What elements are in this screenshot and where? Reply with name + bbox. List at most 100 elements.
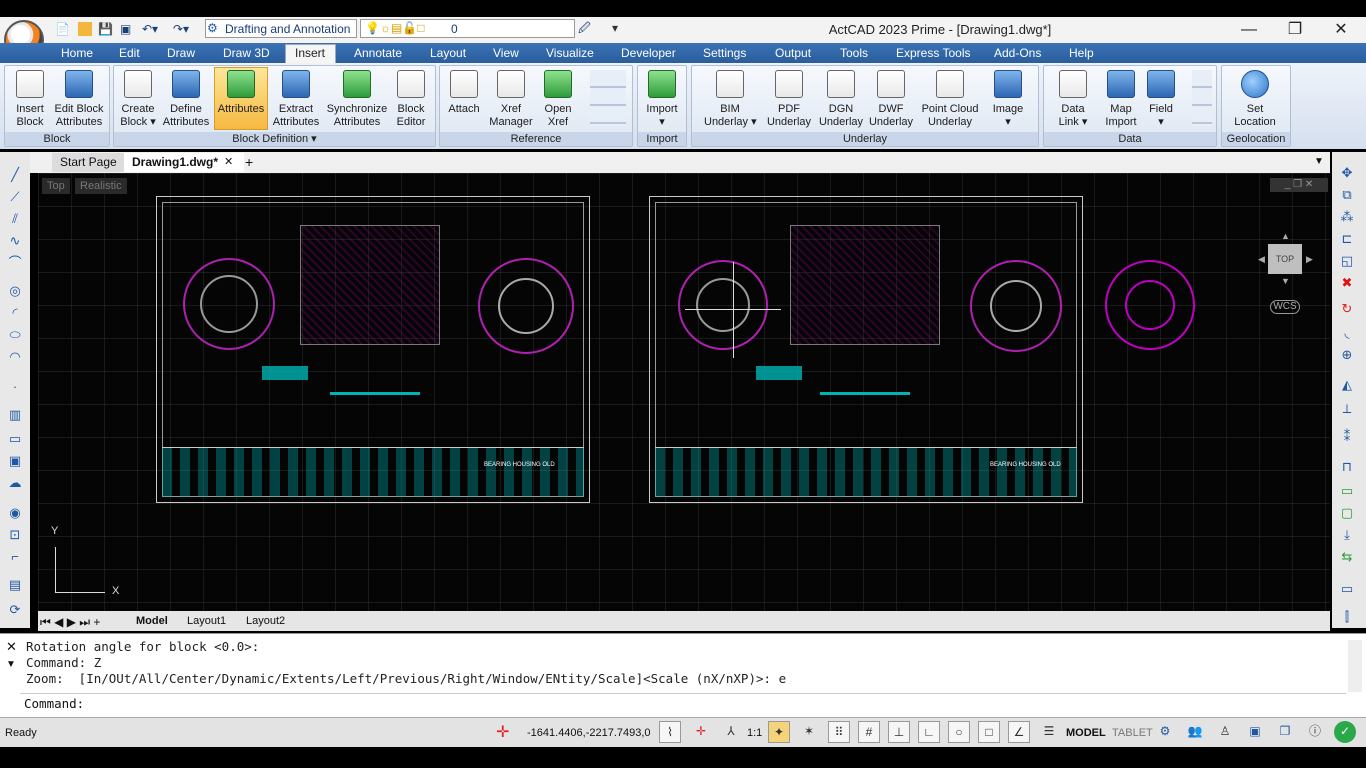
person-icon[interactable]: ♙ — [1214, 721, 1236, 743]
menu-draw[interactable]: Draw — [167, 46, 195, 60]
wipeout-icon[interactable]: ⌐ — [7, 550, 23, 564]
viewcube-left-arrow-icon[interactable]: ◀ — [1258, 254, 1265, 265]
maximize-button[interactable]: ❐ — [1272, 18, 1318, 42]
menu-home[interactable]: Home — [61, 46, 93, 60]
lengthen-icon[interactable]: ⤓ — [1339, 528, 1355, 542]
viewcube-down-arrow-icon[interactable]: ▼ — [1281, 276, 1290, 286]
wcs-menu[interactable]: WCS — [1270, 300, 1300, 314]
settings-gear-icon[interactable]: ⚙ — [1154, 721, 1176, 743]
rotate-icon[interactable]: ↻ — [1339, 302, 1355, 316]
align-icon[interactable]: ⇆ — [1339, 550, 1355, 564]
snap-mode-icon[interactable]: ⌇ — [659, 721, 681, 743]
annotation-scale[interactable]: 1:1 — [747, 724, 762, 742]
undo-icon[interactable]: ↶▾ — [142, 20, 158, 39]
data-link-button[interactable]: Data Link ▾ — [1053, 70, 1093, 129]
ellipse-arc-icon[interactable]: ◠ — [7, 350, 23, 364]
visual-style-label[interactable]: Realistic — [75, 178, 127, 194]
block-editor-button[interactable]: Block Editor — [390, 70, 432, 129]
polar-icon[interactable]: ∟ — [918, 721, 940, 743]
tab-start-page[interactable]: Start Page — [52, 153, 125, 172]
close-command-icon[interactable]: ✕ — [6, 639, 17, 655]
tab-model[interactable]: Model — [136, 615, 168, 627]
viewport-controls[interactable]: _ ❐ ✕ — [1270, 178, 1328, 192]
redo-icon[interactable]: ↷▾ — [173, 20, 189, 39]
menu-edit[interactable]: Edit — [119, 46, 140, 60]
revcloud-icon[interactable]: ☁ — [7, 476, 23, 490]
properties-icon[interactable]: ▭ — [1339, 582, 1355, 596]
open-folder-icon[interactable] — [78, 22, 92, 36]
tabs-dropdown-icon[interactable]: ▼ — [1314, 156, 1324, 167]
point-cloud-underlay-button[interactable]: Point Cloud Underlay — [916, 70, 984, 129]
menu-help[interactable]: Help — [1069, 46, 1094, 60]
menu-express-tools[interactable]: Express Tools — [896, 46, 970, 60]
explode-icon[interactable]: ▭ — [1339, 484, 1355, 498]
command-history-icon[interactable]: ▼ — [6, 659, 16, 670]
line-icon[interactable]: ╱ — [7, 168, 23, 182]
text-icon[interactable]: ⊡ — [7, 528, 23, 542]
rectangle-icon[interactable]: ▭ — [7, 432, 23, 446]
attributes-button[interactable]: Attributes — [214, 70, 268, 116]
panel-block-definition-title[interactable]: Block Definition ▾ — [114, 132, 435, 146]
attach-button[interactable]: Attach — [444, 70, 484, 116]
layout-nav-arrows[interactable]: ⏮ ◀ ▶ ⏭ + — [40, 615, 100, 630]
image-button[interactable]: Image ▾ — [988, 70, 1028, 129]
hatch-icon[interactable]: ▥ — [7, 408, 23, 422]
import-button[interactable]: Import ▾ — [641, 70, 683, 129]
coordinates-readout[interactable]: -1641.4406,-2217.7493,0 — [527, 724, 651, 742]
move-icon[interactable]: ✥ — [1339, 166, 1355, 180]
info-icon[interactable]: ⓘ — [1304, 721, 1326, 743]
scale-icon[interactable]: ◱ — [1339, 254, 1355, 268]
map-import-button[interactable]: Map Import — [1099, 70, 1143, 129]
stretch-icon[interactable]: ⊕ — [1339, 348, 1355, 362]
dwf-underlay-button[interactable]: DWF Underlay — [866, 70, 916, 129]
erase-icon[interactable]: ✖ — [1339, 276, 1355, 290]
viewcube[interactable]: TOP — [1268, 244, 1302, 274]
open-xref-button[interactable]: Open Xref — [538, 70, 578, 129]
close-window-button[interactable]: ✕ — [1318, 18, 1364, 42]
viewcube-up-arrow-icon[interactable]: ▲ — [1281, 231, 1290, 241]
annotation-visibility-icon[interactable]: ⅄ — [720, 721, 742, 743]
define-attributes-button[interactable]: Define Attributes — [160, 70, 212, 129]
tab-layout2[interactable]: Layout2 — [246, 615, 285, 627]
new-icon[interactable]: 📄 — [55, 20, 70, 39]
synchronize-attributes-button[interactable]: Synchronize Attributes — [324, 70, 390, 129]
copy-icon[interactable]: ⧉ — [1339, 188, 1355, 202]
region-icon[interactable]: ▣ — [7, 454, 23, 468]
save-as-icon[interactable]: ▣ — [120, 20, 131, 39]
model-toggle[interactable]: MODEL — [1066, 724, 1106, 742]
trim-icon[interactable]: ⟂ — [1339, 402, 1355, 416]
ellipse-icon[interactable]: ⬭ — [7, 328, 23, 342]
extract-attributes-button[interactable]: Extract Attributes — [270, 70, 322, 129]
lineweight-icon[interactable]: ∠ — [1008, 721, 1030, 743]
donut-icon[interactable]: ◉ — [7, 506, 23, 520]
customize-qa-icon[interactable]: ▾ — [612, 19, 618, 38]
workspace-select[interactable]: Drafting and Annotation — [205, 19, 357, 38]
layer-match-icon[interactable]: 🖉 — [578, 19, 591, 38]
minimize-button[interactable]: — — [1226, 18, 1272, 42]
grid-icon[interactable]: # — [858, 721, 880, 743]
reference-small-tools[interactable] — [590, 70, 626, 126]
mirror-icon[interactable]: ◭ — [1339, 378, 1355, 392]
esnap-icon[interactable]: ○ — [948, 721, 970, 743]
polyline-icon[interactable]: ⟋ — [7, 190, 23, 204]
save-icon[interactable]: 💾 — [98, 20, 113, 39]
menu-settings[interactable]: Settings — [703, 46, 746, 60]
menu-layout[interactable]: Layout — [430, 46, 466, 60]
layers-icon[interactable]: ⫿ — [1339, 610, 1355, 624]
join-icon[interactable]: ⊓ — [1339, 460, 1355, 474]
arc-icon[interactable]: ⌒ — [7, 256, 23, 270]
fillet-icon[interactable]: ◟ — [1339, 326, 1355, 340]
set-location-button[interactable]: Set Location — [1228, 70, 1282, 129]
windows-icon[interactable]: ❐ — [1274, 721, 1296, 743]
tab-layout1[interactable]: Layout1 — [187, 615, 226, 627]
dgn-underlay-button[interactable]: DGN Underlay — [816, 70, 866, 129]
menu-view[interactable]: View — [493, 46, 519, 60]
menu-annotate[interactable]: Annotate — [354, 46, 402, 60]
refresh-icon[interactable]: ⟳ — [7, 603, 23, 617]
viewcube-right-arrow-icon[interactable]: ▶ — [1306, 254, 1313, 265]
pdf-underlay-button[interactable]: PDF Underlay — [764, 70, 814, 129]
auto-scale-icon[interactable]: ✦ — [768, 721, 790, 743]
offset-icon[interactable]: ⊏ — [1339, 232, 1355, 246]
view-label-top[interactable]: Top — [42, 178, 70, 194]
tablet-toggle[interactable]: TABLET — [1112, 724, 1153, 742]
